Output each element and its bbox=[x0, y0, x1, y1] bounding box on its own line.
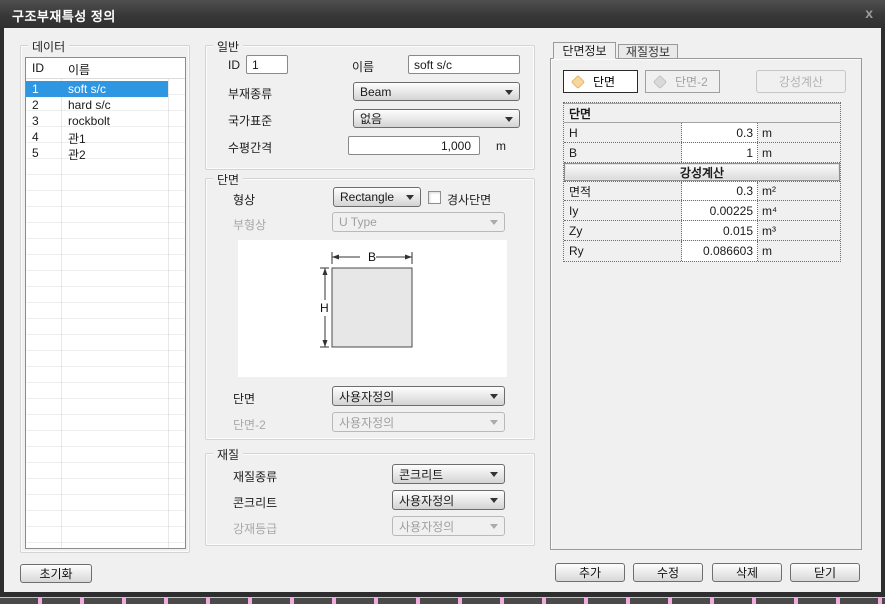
shape-label: 형상 bbox=[233, 191, 255, 208]
incline-section-label: 경사단면 bbox=[447, 191, 491, 208]
member-type-select[interactable]: Beam bbox=[353, 82, 520, 101]
chevron-down-icon bbox=[490, 420, 498, 425]
id-label: ID bbox=[228, 58, 240, 72]
data-table[interactable]: ID 이름 1 soft s/c 2 hard s/c 3 rockbolt 4… bbox=[25, 57, 186, 549]
info-row-h: H 0.3 m bbox=[564, 123, 840, 143]
info-table-header: 단면 bbox=[564, 103, 840, 123]
member-type-label: 부재종류 bbox=[228, 85, 272, 102]
chevron-down-icon bbox=[406, 195, 414, 200]
close-icon[interactable]: x bbox=[865, 5, 873, 21]
property-dialog: 구조부재특성 정의 x 데이터 ID 이름 1 soft s/c 2 hard … bbox=[0, 0, 885, 597]
spacing-label: 수평간격 bbox=[228, 139, 272, 156]
h-value-field[interactable]: 0.3 bbox=[682, 123, 758, 142]
table-row[interactable]: 3 rockbolt bbox=[26, 113, 185, 129]
data-table-header: ID 이름 bbox=[26, 58, 185, 79]
material-type-select[interactable]: 콘크리트 bbox=[392, 464, 505, 484]
info-row-area: 면적 0.3 m² bbox=[564, 181, 840, 201]
material-type-label: 재질종류 bbox=[233, 468, 277, 485]
section-toggle-button[interactable]: 단면 bbox=[563, 70, 638, 93]
name-field[interactable]: soft s/c bbox=[408, 55, 520, 74]
concrete-select[interactable]: 사용자정의 bbox=[392, 490, 505, 510]
table-row[interactable]: 2 hard s/c bbox=[26, 97, 185, 113]
chevron-down-icon bbox=[490, 394, 498, 399]
section2-select: 사용자정의 bbox=[332, 412, 505, 432]
general-group-label: 일반 bbox=[213, 38, 243, 55]
concrete-label: 콘크리트 bbox=[233, 494, 277, 511]
close-button[interactable]: 닫기 bbox=[790, 563, 860, 582]
dialog-title: 구조부재특성 정의 bbox=[12, 6, 116, 25]
section-info-table: 단면 H 0.3 m B 1 m 강성계산 면적 0.3 m² Iy bbox=[563, 102, 841, 262]
diamond-icon bbox=[571, 74, 585, 88]
spacing-unit: m bbox=[496, 139, 506, 153]
data-group-label: 데이터 bbox=[28, 38, 69, 55]
section-group-label: 단면 bbox=[213, 171, 243, 188]
steel-grade-label: 강재등급 bbox=[233, 520, 277, 537]
chevron-down-icon bbox=[490, 524, 498, 529]
name-label: 이름 bbox=[352, 58, 374, 75]
material-group-label: 재질 bbox=[213, 446, 243, 463]
table-row[interactable]: 1 soft s/c bbox=[26, 81, 185, 97]
section-select[interactable]: 사용자정의 bbox=[332, 386, 505, 406]
info-row-iy: Iy 0.00225 m⁴ bbox=[564, 201, 840, 221]
b-value-field[interactable]: 1 bbox=[682, 143, 758, 162]
add-button[interactable]: 추가 bbox=[555, 563, 625, 582]
info-row-zy: Zy 0.015 m³ bbox=[564, 221, 840, 241]
chevron-down-icon bbox=[490, 220, 498, 225]
table-row[interactable]: 5 관2 bbox=[26, 145, 185, 161]
background-app-strip bbox=[0, 597, 885, 604]
standard-select[interactable]: 없음 bbox=[353, 109, 520, 128]
svg-text:H: H bbox=[320, 301, 329, 315]
column-header-id: ID bbox=[32, 61, 44, 75]
section-select-label: 단면 bbox=[233, 390, 255, 407]
info-row-b: B 1 m bbox=[564, 143, 840, 163]
section2-select-label: 단면-2 bbox=[233, 416, 266, 433]
svg-text:B: B bbox=[368, 250, 376, 264]
chevron-down-icon bbox=[505, 117, 513, 122]
diamond-icon bbox=[653, 74, 667, 88]
delete-button[interactable]: 삭제 bbox=[712, 563, 782, 582]
spacing-field[interactable]: 1,000 bbox=[348, 136, 480, 155]
id-field[interactable]: 1 bbox=[246, 55, 288, 74]
tab-material-info[interactable]: 재질정보 bbox=[618, 44, 678, 59]
column-header-name: 이름 bbox=[68, 61, 90, 78]
section2-toggle-button: 단면-2 bbox=[645, 70, 720, 93]
steel-grade-select: 사용자정의 bbox=[392, 516, 505, 536]
subshape-select: U Type bbox=[332, 212, 505, 232]
table-row[interactable]: 4 관1 bbox=[26, 129, 185, 145]
stiffness-calc-row-button[interactable]: 강성계산 bbox=[564, 163, 840, 181]
standard-label: 국가표준 bbox=[228, 112, 272, 129]
incline-section-checkbox[interactable] bbox=[428, 191, 441, 204]
dialog-titlebar[interactable]: 구조부재특성 정의 x bbox=[0, 0, 885, 28]
subshape-label: 부형상 bbox=[233, 216, 266, 233]
chevron-down-icon bbox=[490, 498, 498, 503]
section-shape-drawing: B H bbox=[238, 240, 507, 377]
modify-button[interactable]: 수정 bbox=[633, 563, 703, 582]
reset-button[interactable]: 초기화 bbox=[20, 564, 92, 583]
chevron-down-icon bbox=[505, 90, 513, 95]
section-diagram: B H bbox=[238, 240, 507, 377]
screen: 구조부재특성 정의 x 데이터 ID 이름 1 soft s/c 2 hard … bbox=[0, 0, 885, 604]
tab-section-info[interactable]: 단면정보 bbox=[553, 42, 616, 59]
stiffness-calc-button: 강성계산 bbox=[756, 70, 846, 93]
info-row-ry: Ry 0.086603 m bbox=[564, 241, 840, 261]
shape-select[interactable]: Rectangle bbox=[333, 187, 421, 207]
area-value: 0.3 bbox=[682, 182, 758, 200]
chevron-down-icon bbox=[490, 472, 498, 477]
zy-value: 0.015 bbox=[682, 221, 758, 240]
iy-value: 0.00225 bbox=[682, 201, 758, 220]
ry-value: 0.086603 bbox=[682, 241, 758, 261]
